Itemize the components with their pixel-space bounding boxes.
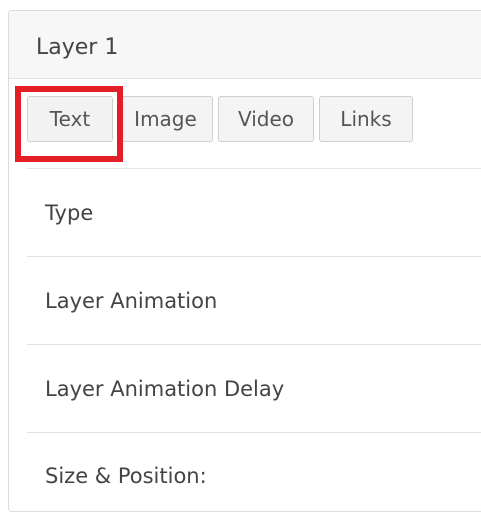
tab-links[interactable]: Links — [319, 96, 413, 142]
section-type[interactable]: Type — [27, 169, 481, 257]
tab-image[interactable]: Image — [118, 96, 213, 142]
section-layer-animation-delay[interactable]: Layer Animation Delay — [27, 345, 481, 433]
tab-text[interactable]: Text — [27, 96, 113, 142]
panel-title: Layer 1 — [36, 35, 119, 60]
tab-video[interactable]: Video — [218, 96, 314, 142]
panel-header: Layer 1 — [9, 11, 481, 79]
section-layer-animation[interactable]: Layer Animation — [27, 257, 481, 345]
section-size-position[interactable]: Size & Position: — [27, 433, 481, 521]
layer-type-tabs: Text Image Video Links — [27, 96, 418, 142]
